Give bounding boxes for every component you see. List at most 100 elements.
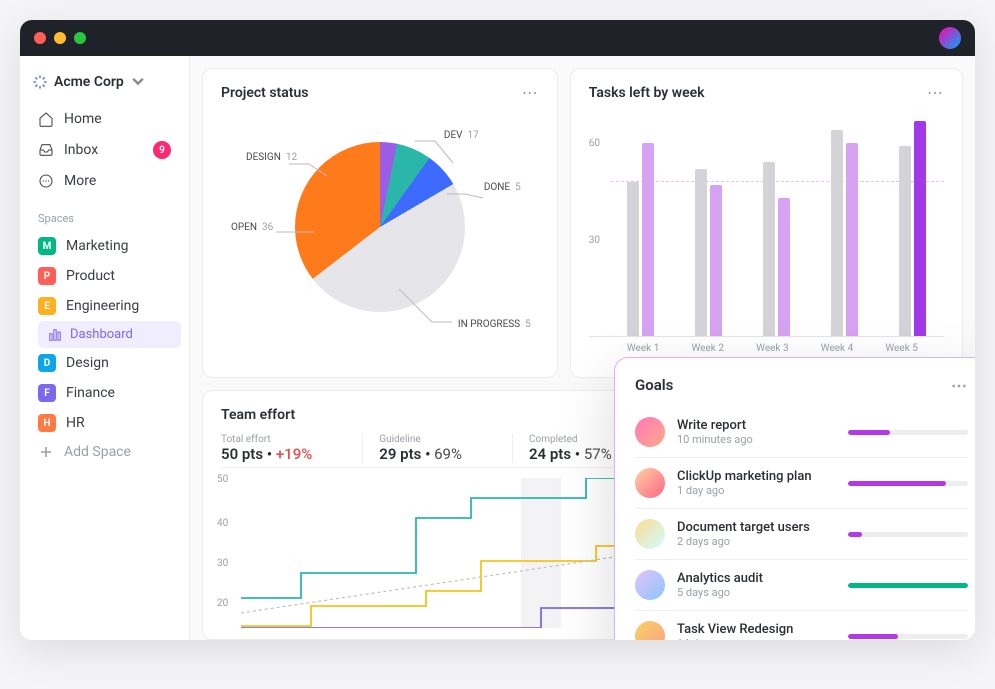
goal-avatar [635,417,665,447]
sidebar-space-finance[interactable]: F Finance [28,378,181,408]
minimize-window-button[interactable] [54,32,66,44]
tasks-left-card: Tasks left by week ⋯ 3060 Week 1Week 2We… [570,68,963,378]
effort-ytick: 30 [217,558,228,569]
goal-time: 2 days ago [677,535,836,548]
pie-label-open: OPEN36 [231,222,273,233]
stat-total-label: Total effort [221,434,312,445]
space-label: HR [66,415,85,431]
user-avatar[interactable] [939,27,961,49]
sidebar-space-marketing[interactable]: MMarketing [28,231,181,261]
goal-avatar [635,621,665,640]
stat-total-value: 50 pts [221,445,263,463]
pie-label-design: DESIGN12 [246,152,297,163]
stat-completed-value: 24 pts [529,445,571,463]
nav-home-label: Home [64,111,102,127]
goal-name: ClickUp marketing plan [677,469,836,484]
goals-card: Goals ⋯ Write report10 minutes ago Click… [614,357,975,640]
project-status-card: Project status ⋯ DEV17 DONE5 IN PROGRESS… [202,68,558,378]
titlebar [20,20,975,56]
goals-title: Goals [635,376,673,395]
goal-progress-bar [848,583,968,588]
effort-ytick: 50 [217,474,228,485]
sidebar-dashboard[interactable]: Dashboard [38,321,181,348]
dashboard-label: Dashboard [70,327,133,342]
sidebar-space-engineering[interactable]: E Engineering [28,291,181,321]
goal-item[interactable]: Document target users2 days ago [635,508,968,559]
goal-progress-bar [848,634,968,639]
space-label: Design [66,355,109,371]
goal-progress-bar [848,481,968,486]
more-icon [38,173,54,189]
stat-guideline-pct: 69% [434,445,462,463]
goal-name: Task View Redesign [677,622,836,637]
nav-inbox-label: Inbox [64,142,98,158]
workspace-icon [32,74,48,90]
goals-more-button[interactable]: ⋯ [951,376,968,395]
team-effort-title: Team effort [221,407,295,423]
goal-time: 1 day ago [677,484,836,497]
maximize-window-button[interactable] [74,32,86,44]
project-status-pie-chart: DEV17 DONE5 IN PROGRESS5 OPEN36 DESIGN12 [221,112,539,342]
goal-progress-bar [848,532,968,537]
effort-ytick: 40 [217,518,228,529]
sidebar-space-hr[interactable]: H HR [28,408,181,438]
goal-item[interactable]: Analytics audit5 days ago [635,559,968,610]
plus-icon [38,444,54,460]
window-controls [34,32,86,44]
tasks-left-more-button[interactable]: ⋯ [927,83,944,102]
sidebar-space-design[interactable]: D Design [28,348,181,378]
stat-total-effort: Total effort 50 pts • +19% [221,434,312,463]
tasks-left-title: Tasks left by week [589,85,705,101]
goal-avatar [635,570,665,600]
stat-completed: Completed 24 pts • 57% [512,434,612,463]
add-space-label: Add Space [64,444,131,460]
space-icon: D [38,354,56,372]
tasks-left-bar-chart: 3060 [589,112,944,337]
goal-item[interactable]: Task View Redesign14 days ago [635,610,968,640]
add-space-button[interactable]: Add Space [28,438,181,466]
goal-time: 5 days ago [677,586,836,599]
effort-ytick: 20 [217,598,228,609]
pie-label-dev: DEV17 [444,130,479,141]
close-window-button[interactable] [34,32,46,44]
nav-inbox[interactable]: Inbox 9 [28,134,181,166]
goal-item[interactable]: ClickUp marketing plan1 day ago [635,457,968,508]
stat-guideline-value: 29 pts [379,445,421,463]
stat-completed-label: Completed [529,434,612,445]
goal-item[interactable]: Write report10 minutes ago [635,407,968,457]
app-window: Acme Corp Home Inbox 9 More Spaces MMark… [20,20,975,640]
project-status-more-button[interactable]: ⋯ [522,83,539,102]
pie-label-done: DONE5 [484,182,521,193]
dashboard-icon [48,328,62,342]
nav-more[interactable]: More [28,166,181,196]
space-label: Finance [66,385,115,401]
space-label: Engineering [66,298,139,314]
goal-name: Document target users [677,520,836,535]
sidebar: Acme Corp Home Inbox 9 More Spaces MMark… [20,56,190,640]
space-icon: H [38,414,56,432]
goal-progress-bar [848,430,968,435]
stat-completed-pct: 57% [584,445,612,463]
stat-total-delta: +19% [276,445,312,463]
goal-name: Analytics audit [677,571,836,586]
pie-label-in-progress: IN PROGRESS5 [458,319,531,330]
workspace-name: Acme Corp [54,74,124,90]
stat-guideline: Guideline 29 pts • 69% [362,434,462,463]
goal-avatar [635,468,665,498]
home-icon [38,111,54,127]
sidebar-space-product[interactable]: PProduct [28,261,181,291]
inbox-icon [38,142,54,158]
spaces-section-label: Spaces [28,196,181,231]
chevron-down-icon [130,74,146,90]
nav-home[interactable]: Home [28,104,181,134]
goal-time: 14 days ago [677,637,836,640]
goal-time: 10 minutes ago [677,433,836,446]
workspace-switcher[interactable]: Acme Corp [28,68,181,104]
space-icon: F [38,384,56,402]
space-label: Marketing [66,238,129,254]
space-icon: E [38,297,56,315]
space-label: Product [66,268,115,284]
project-status-title: Project status [221,85,308,101]
goal-name: Write report [677,418,836,433]
inbox-badge: 9 [153,141,171,159]
